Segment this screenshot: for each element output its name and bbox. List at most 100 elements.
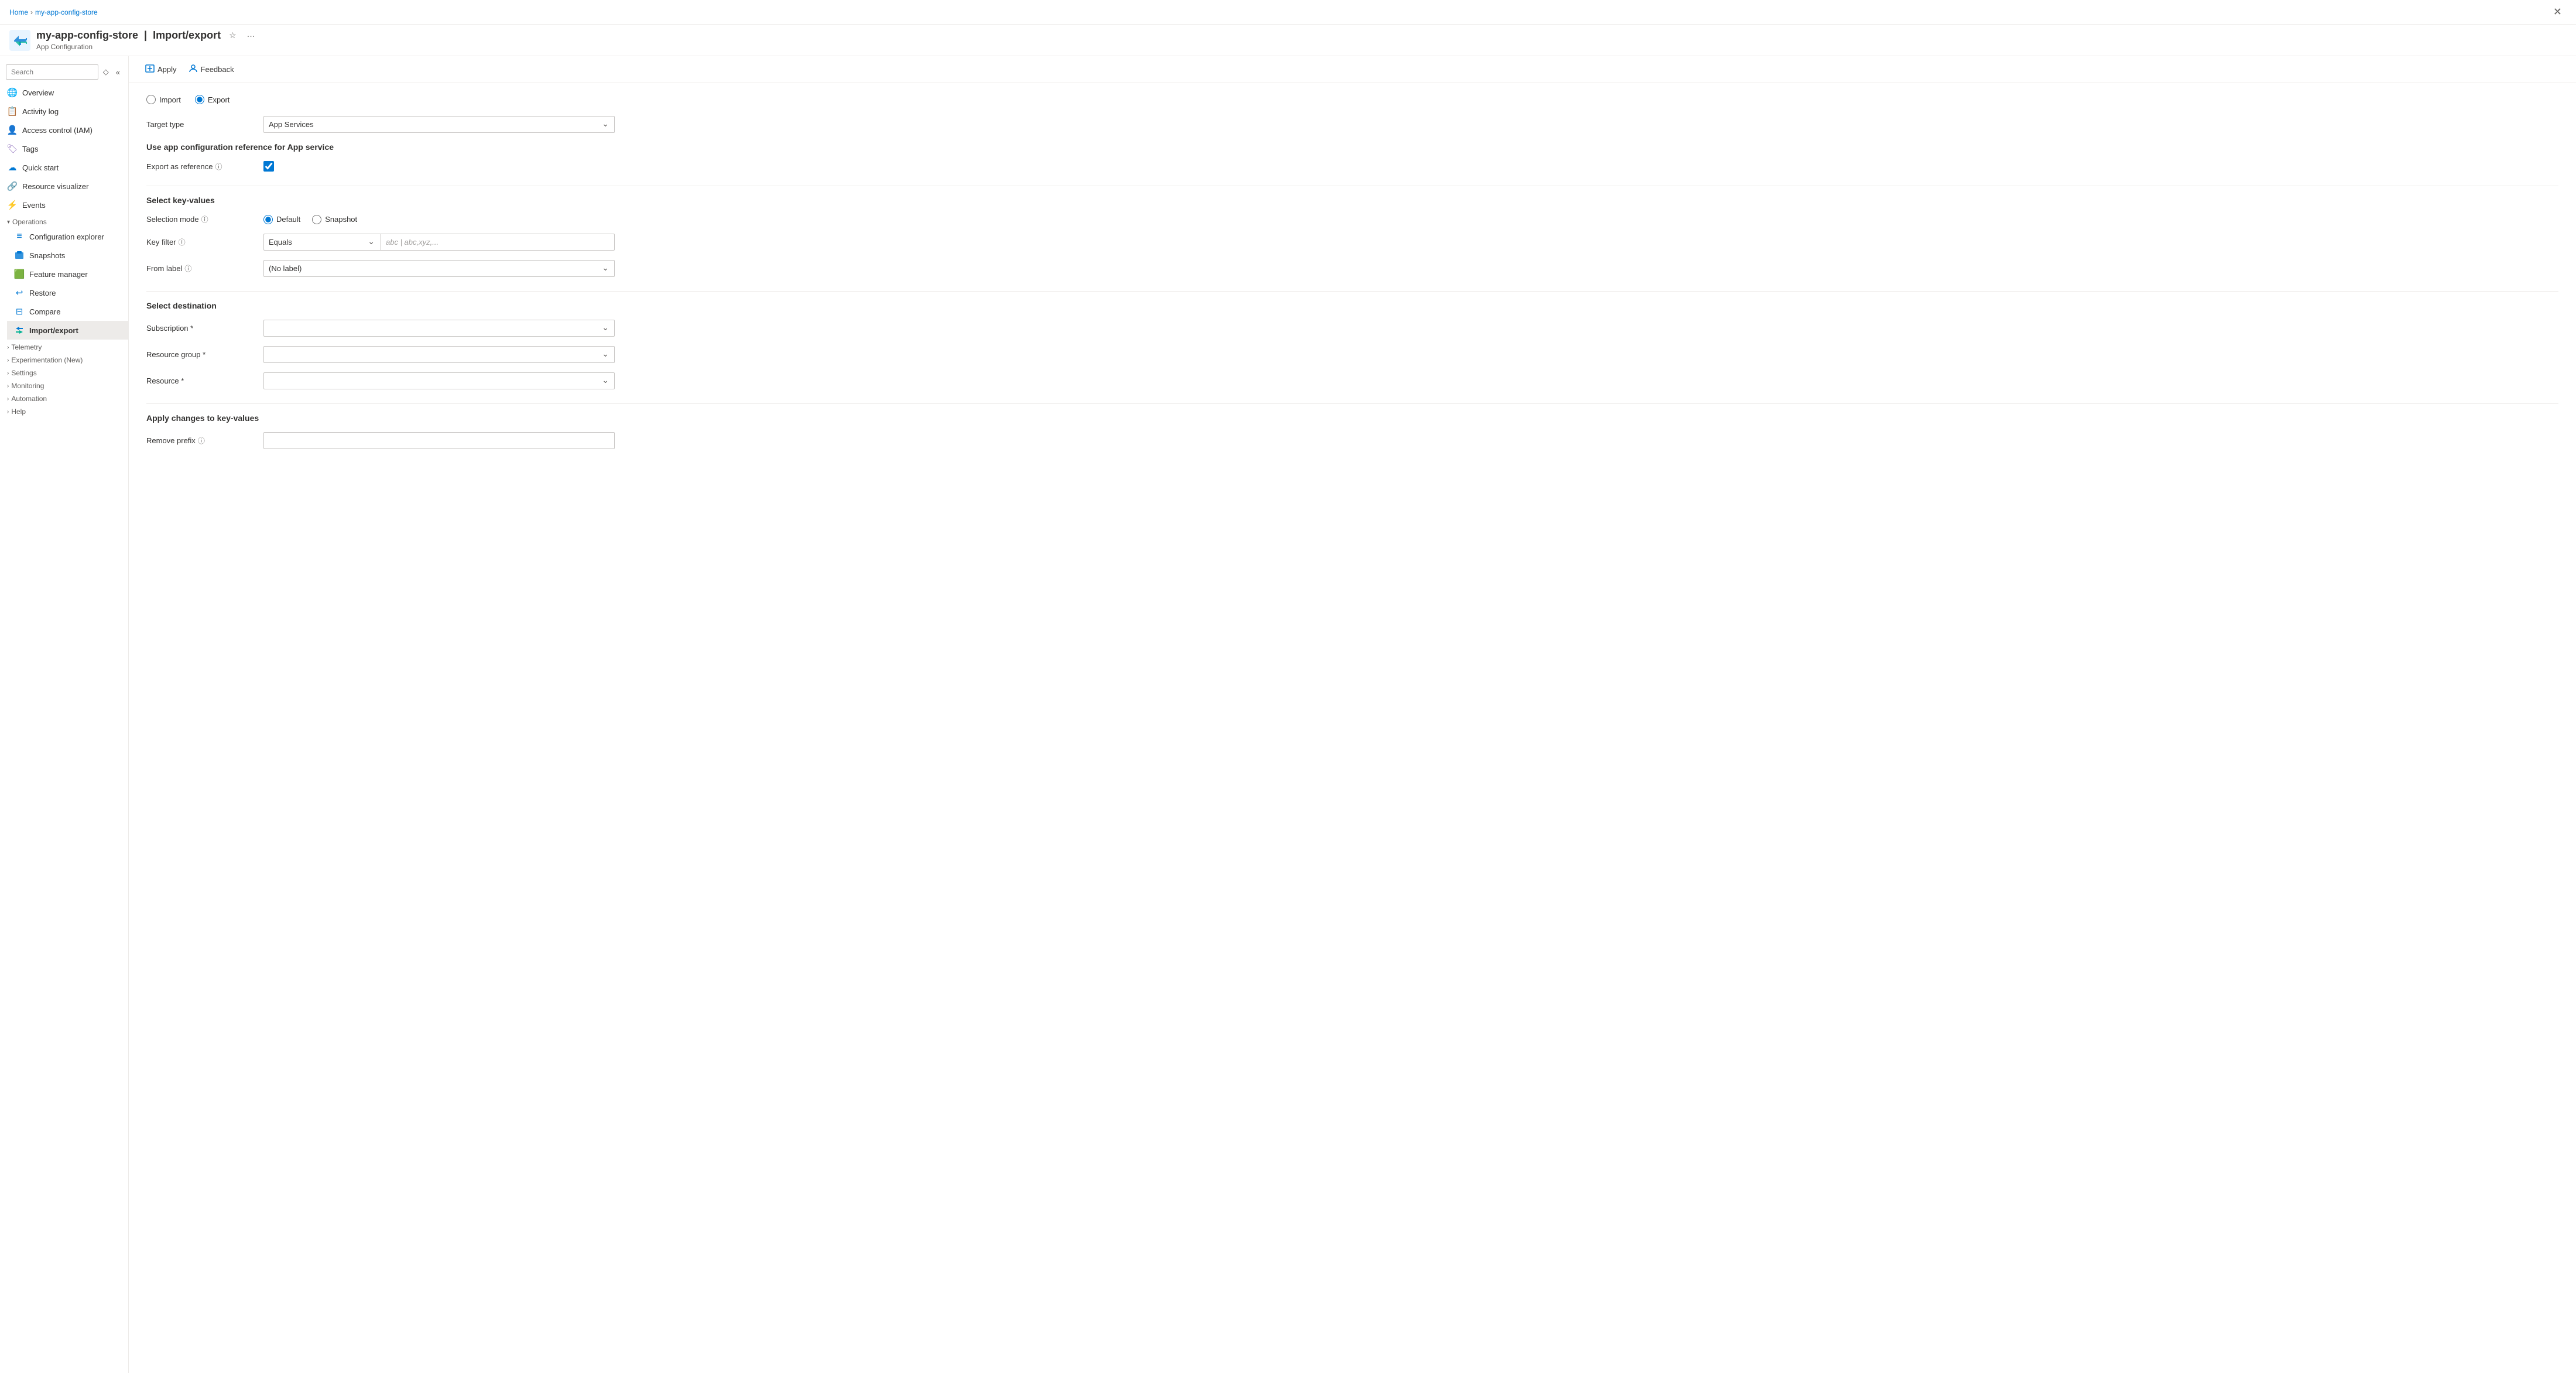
apply-icon	[145, 64, 155, 75]
more-options-button[interactable]: ···	[245, 30, 258, 42]
sidebar-item-feature-manager[interactable]: 🟩 Feature manager	[7, 265, 128, 283]
page-title: Import/export	[153, 29, 221, 42]
target-type-select-wrapper: App Services App Configuration Azure Kub…	[263, 116, 615, 133]
from-label-control: (No label)	[263, 260, 615, 277]
sidebar-item-import-export[interactable]: Import/export	[7, 321, 128, 340]
key-filter-text-input[interactable]	[381, 234, 615, 251]
sidebar-group-monitoring[interactable]: › Monitoring	[0, 378, 128, 391]
target-type-control: App Services App Configuration Azure Kub…	[263, 116, 615, 133]
default-mode-option[interactable]: Default	[263, 215, 300, 224]
apply-label: Apply	[157, 65, 177, 74]
feedback-label: Feedback	[201, 65, 234, 74]
sidebar-item-snapshots-label: Snapshots	[29, 251, 65, 260]
snapshot-mode-option[interactable]: Snapshot	[312, 215, 357, 224]
resource-visualizer-icon: 🔗	[7, 181, 18, 191]
export-as-reference-info-icon: ⓘ	[215, 162, 222, 172]
default-mode-radio[interactable]	[263, 215, 273, 224]
operations-sub-items: ≡ Configuration explorer Snapshots �	[0, 227, 128, 340]
breadcrumb-home[interactable]: Home	[9, 8, 28, 16]
sidebar-item-events-label: Events	[22, 201, 46, 210]
sidebar-item-quick-start[interactable]: ☁ Quick start	[0, 158, 128, 177]
remove-prefix-input[interactable]	[263, 432, 615, 449]
filter-icon-button[interactable]: ◇	[101, 66, 111, 78]
export-radio[interactable]	[195, 95, 204, 104]
sidebar-item-access-control[interactable]: 👤 Access control (IAM)	[0, 121, 128, 139]
apply-changes-title: Apply changes to key-values	[146, 413, 2558, 423]
breadcrumb-resource[interactable]: my-app-config-store	[35, 8, 98, 16]
operations-chevron-icon: ▾	[7, 219, 10, 225]
sidebar-item-activity-log[interactable]: 📋 Activity log	[0, 102, 128, 121]
collapse-sidebar-button[interactable]: «	[114, 67, 122, 78]
events-icon: ⚡	[7, 200, 18, 210]
sidebar-item-configuration-explorer[interactable]: ≡ Configuration explorer	[7, 227, 128, 246]
breadcrumb-bar: Home › my-app-config-store ✕	[0, 0, 2576, 25]
sidebar-group-automation[interactable]: › Automation	[0, 391, 128, 404]
sidebar-group-settings-label: Settings	[11, 369, 36, 377]
snapshot-mode-radio[interactable]	[312, 215, 321, 224]
select-destination-section: Select destination Subscription *	[146, 301, 2558, 389]
sidebar-group-operations[interactable]: ▾ Operations	[0, 214, 128, 227]
sidebar-group-experimentation[interactable]: › Experimentation (New)	[0, 352, 128, 365]
key-filter-type-select[interactable]: Equals Starts with Contains	[263, 234, 381, 251]
feedback-button[interactable]: Feedback	[184, 61, 239, 78]
from-label-select[interactable]: (No label)	[263, 260, 615, 277]
export-as-reference-row: Export as reference ⓘ	[146, 161, 2558, 172]
subscription-select-wrapper	[263, 320, 615, 337]
key-filter-label: Key filter ⓘ	[146, 237, 263, 247]
import-radio[interactable]	[146, 95, 156, 104]
quick-start-icon: ☁	[7, 162, 18, 173]
sidebar-group-operations-label: Operations	[12, 218, 47, 226]
experimentation-chevron-icon: ›	[7, 357, 9, 364]
sidebar-group-settings[interactable]: › Settings	[0, 365, 128, 378]
sidebar-item-snapshots[interactable]: Snapshots	[7, 246, 128, 265]
import-radio-option[interactable]: Import	[146, 95, 181, 104]
subscription-select[interactable]	[263, 320, 615, 337]
snapshot-mode-label: Snapshot	[325, 215, 357, 224]
search-input[interactable]	[6, 64, 98, 80]
sidebar-item-events[interactable]: ⚡ Events	[0, 196, 128, 214]
resource-select[interactable]	[263, 372, 615, 389]
header-subtitle: App Configuration	[36, 43, 2567, 51]
help-chevron-icon: ›	[7, 409, 9, 415]
automation-chevron-icon: ›	[7, 396, 9, 402]
monitoring-chevron-icon: ›	[7, 383, 9, 389]
sidebar-item-overview[interactable]: 🌐 Overview	[0, 83, 128, 102]
resource-name: my-app-config-store	[36, 29, 138, 42]
sidebar-item-resource-visualizer[interactable]: 🔗 Resource visualizer	[0, 177, 128, 196]
export-as-reference-checkbox[interactable]	[263, 161, 274, 172]
sidebar-item-restore[interactable]: ↩ Restore	[7, 283, 128, 302]
target-type-select[interactable]: App Services App Configuration Azure Kub…	[263, 116, 615, 133]
form-content: Import Export Target type	[129, 83, 2576, 475]
restore-icon: ↩	[14, 287, 25, 298]
sidebar-group-help[interactable]: › Help	[0, 404, 128, 417]
app-config-ref-title: Use app configuration reference for App …	[146, 142, 2558, 152]
overview-icon: 🌐	[7, 87, 18, 98]
export-as-reference-label: Export as reference ⓘ	[146, 162, 263, 172]
key-filter-control: Equals Starts with Contains	[263, 234, 615, 251]
divider-2	[146, 291, 2558, 292]
export-radio-option[interactable]: Export	[195, 95, 230, 104]
content-area: Apply Feedback	[129, 56, 2576, 1373]
resource-group-row: Resource group *	[146, 346, 2558, 363]
resource-group-select[interactable]	[263, 346, 615, 363]
resource-group-control	[263, 346, 615, 363]
favorite-button[interactable]: ☆	[227, 29, 239, 42]
sidebar: ◇ « 🌐 Overview 📋 Activity log 👤 Access c…	[0, 56, 129, 1373]
sidebar-item-resource-visualizer-label: Resource visualizer	[22, 182, 88, 191]
sidebar-item-compare[interactable]: ⊟ Compare	[7, 302, 128, 321]
target-type-row: Target type App Services App Configurati…	[146, 116, 2558, 133]
sidebar-group-help-label: Help	[11, 408, 26, 416]
sidebar-item-tags[interactable]: 🏷 Tags	[0, 139, 128, 158]
sidebar-item-access-control-label: Access control (IAM)	[22, 126, 93, 135]
sidebar-item-quick-start-label: Quick start	[22, 163, 59, 172]
import-label: Import	[159, 95, 181, 104]
snapshots-icon	[14, 250, 25, 261]
header-title-block: my-app-config-store | Import/export ☆ ··…	[36, 29, 2567, 51]
resource-group-label: Resource group *	[146, 350, 263, 359]
close-button[interactable]: ✕	[2548, 4, 2567, 20]
resource-group-select-wrapper	[263, 346, 615, 363]
selection-mode-options: Default Snapshot	[263, 215, 615, 224]
sidebar-group-telemetry[interactable]: › Telemetry	[0, 340, 128, 352]
apply-button[interactable]: Apply	[141, 61, 181, 78]
sidebar-group-telemetry-label: Telemetry	[11, 343, 42, 351]
